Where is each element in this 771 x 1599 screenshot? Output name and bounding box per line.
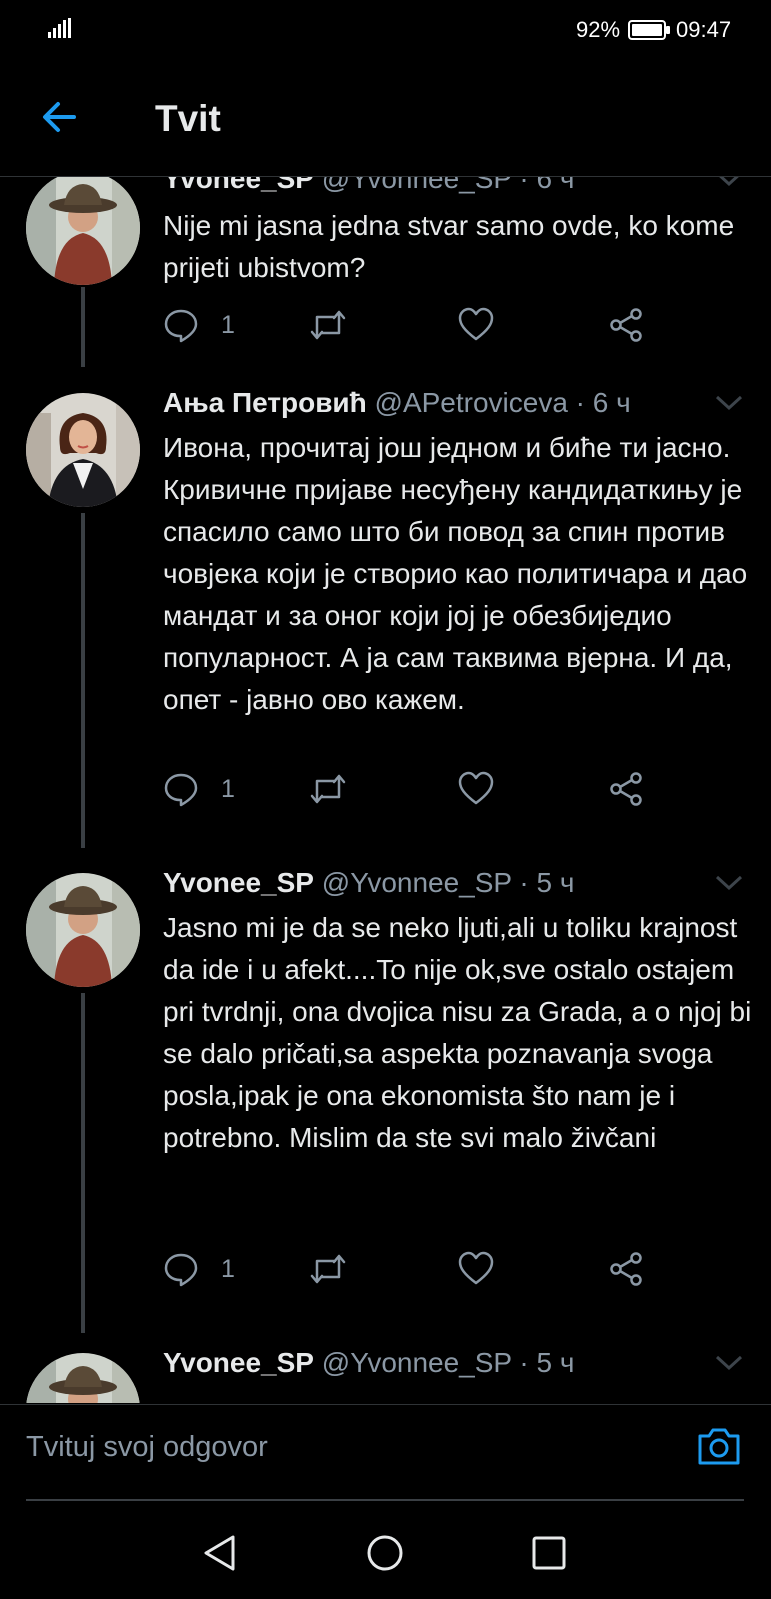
- reply-thread[interactable]: Yvonee_SP @Yvonnee_SP · 6 ч Nije mi jasn…: [0, 177, 771, 1403]
- tweet-actions: 1: [163, 307, 663, 347]
- chevron-down-icon[interactable]: [714, 177, 744, 189]
- reply-icon[interactable]: [163, 1251, 199, 1287]
- thread-line: [81, 287, 85, 367]
- like-icon[interactable]: [458, 771, 494, 807]
- like-icon[interactable]: [458, 1251, 494, 1287]
- system-nav-bar: [0, 1500, 771, 1599]
- display-name[interactable]: Yvonee_SP: [163, 1347, 314, 1378]
- tweet-actions: 1: [163, 1251, 663, 1291]
- tweet[interactable]: Yvonee_SP @Yvonnee_SP · 6 ч Nije mi jasn…: [0, 177, 771, 367]
- retweet-icon[interactable]: [309, 307, 347, 343]
- avatar[interactable]: [26, 1353, 140, 1403]
- signal-icon: [48, 18, 71, 38]
- handle-time: @APetroviceva · 6 ч: [374, 387, 631, 418]
- handle-time: @Yvonnee_SP · 6 ч: [321, 177, 575, 194]
- app-bar: Tvit: [0, 58, 771, 177]
- share-icon[interactable]: [608, 307, 644, 343]
- tweet-header: Yvonee_SP @Yvonnee_SP · 5 ч: [163, 867, 574, 899]
- like-icon[interactable]: [458, 307, 494, 343]
- nav-back-icon[interactable]: [202, 1534, 236, 1572]
- thread-line: [81, 993, 85, 1333]
- battery-icon: [628, 20, 670, 40]
- nav-recent-apps-icon[interactable]: [532, 1536, 566, 1570]
- avatar[interactable]: [26, 393, 140, 507]
- retweet-icon[interactable]: [309, 771, 347, 807]
- nav-home-icon[interactable]: [366, 1534, 404, 1572]
- tweet-text: Ивона, прочитај још једном и биће ти јас…: [163, 432, 748, 715]
- avatar[interactable]: [26, 873, 140, 987]
- tweet[interactable]: Ања Петровић @APetroviceva · 6 ч Ивона, …: [0, 373, 771, 848]
- thread-line: [81, 513, 85, 848]
- tweet-header: Ања Петровић @APetroviceva · 6 ч: [163, 387, 631, 419]
- reply-count: 1: [221, 1255, 235, 1283]
- tweet-text: Jasno mi je da se neko ljuti,ali u tolik…: [163, 912, 752, 1153]
- share-icon[interactable]: [608, 1251, 644, 1287]
- chevron-down-icon[interactable]: [714, 393, 744, 413]
- tweet-text: Nije mi jasna jedna stvar samo ovde, ko …: [163, 210, 735, 283]
- display-name[interactable]: Yvonee_SP: [163, 177, 314, 194]
- clock: 09:47: [676, 17, 732, 42]
- tweet-header: Yvonee_SP @Yvonnee_SP · 6 ч: [163, 177, 574, 195]
- reply-icon[interactable]: [163, 307, 199, 343]
- battery-percent: 92%: [576, 17, 621, 42]
- display-name[interactable]: Yvonee_SP: [163, 867, 314, 898]
- tweet[interactable]: Yvonee_SP @Yvonnee_SP · 5 ч: [0, 1333, 771, 1403]
- reply-count: 1: [221, 775, 235, 803]
- camera-icon[interactable]: [696, 1425, 742, 1467]
- tweet-actions: 1: [163, 771, 663, 811]
- tweet-header: Yvonee_SP @Yvonnee_SP · 5 ч: [163, 1347, 574, 1379]
- reply-icon[interactable]: [163, 771, 199, 807]
- avatar[interactable]: [26, 177, 140, 285]
- reply-input[interactable]: Tvituj svoj odgovor: [26, 1431, 268, 1464]
- handle-time: @Yvonnee_SP · 5 ч: [321, 867, 575, 898]
- back-arrow-icon[interactable]: [40, 98, 78, 136]
- status-bar: 92% 09:47: [0, 0, 771, 58]
- handle-time: @Yvonnee_SP · 5 ч: [321, 1347, 575, 1378]
- tweet[interactable]: Yvonee_SP @Yvonnee_SP · 5 ч Jasno mi je …: [0, 853, 771, 1333]
- share-icon[interactable]: [608, 771, 644, 807]
- retweet-icon[interactable]: [309, 1251, 347, 1287]
- reply-composer: Tvituj svoj odgovor: [0, 1404, 771, 1501]
- reply-count: 1: [221, 311, 235, 339]
- page-title: Tvit: [155, 98, 221, 139]
- chevron-down-icon[interactable]: [714, 1353, 744, 1373]
- display-name[interactable]: Ања Петровић: [163, 387, 367, 418]
- chevron-down-icon[interactable]: [714, 873, 744, 893]
